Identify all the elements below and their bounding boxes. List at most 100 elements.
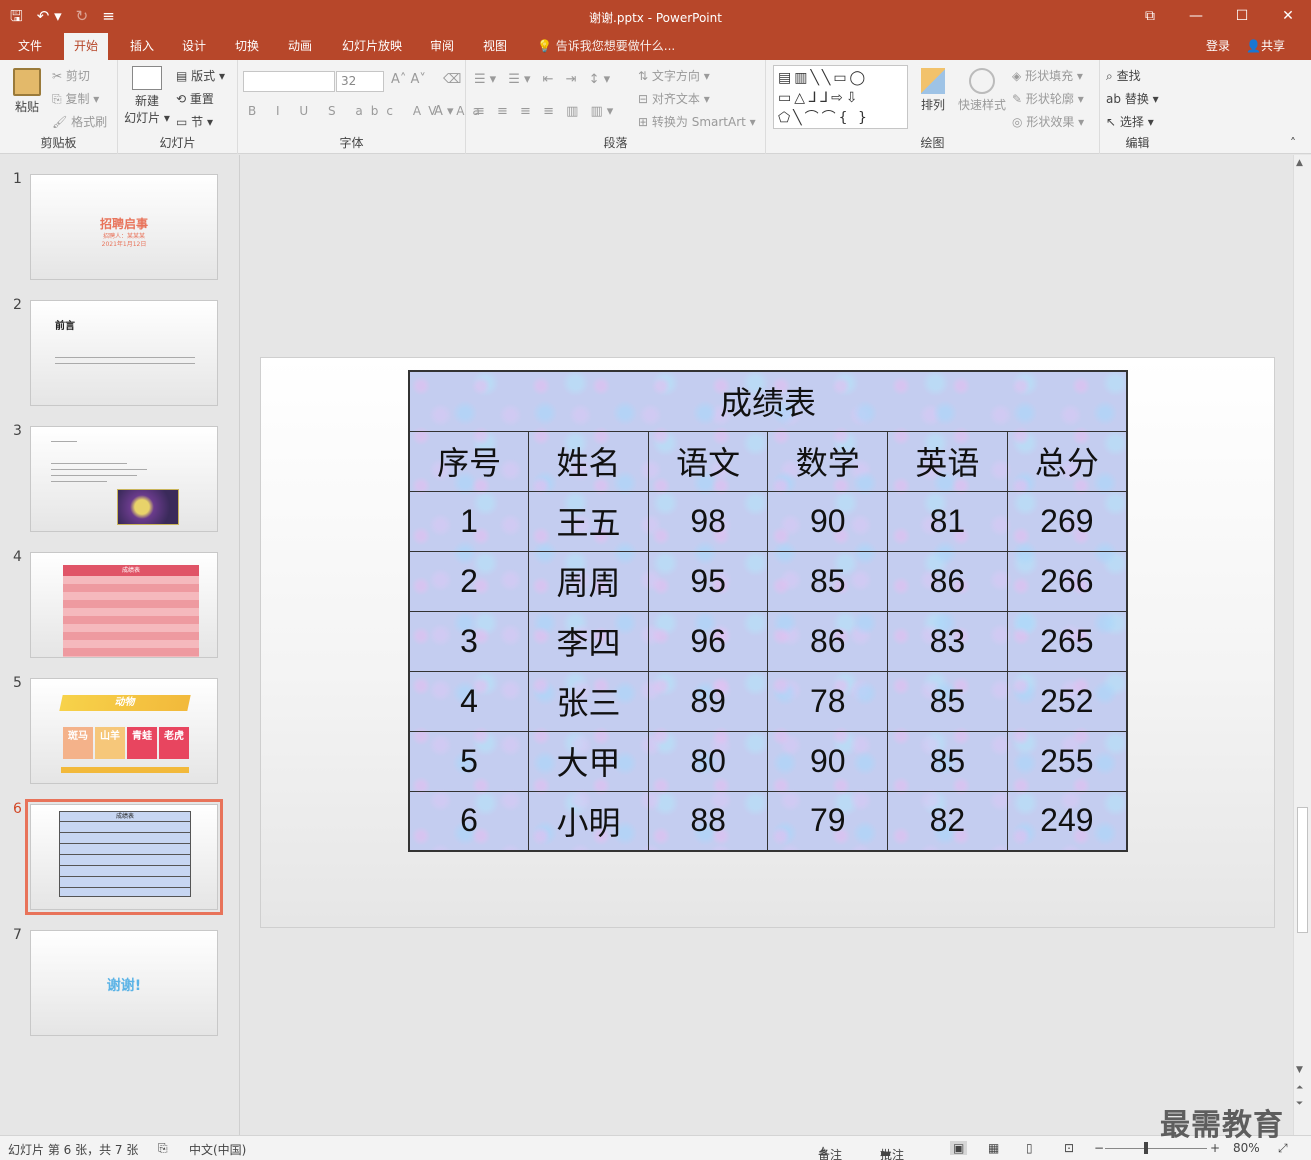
close-icon[interactable]: ✕ (1265, 0, 1311, 33)
replace-button[interactable]: ab 替换 ▾ (1106, 90, 1159, 107)
header-cell[interactable]: 总分 (1006, 430, 1128, 492)
login-link[interactable]: 登录 (1206, 33, 1230, 59)
arrange-button[interactable]: 排列 (916, 68, 950, 113)
spelling-icon[interactable]: ⎘ (158, 1141, 168, 1156)
table-cell[interactable]: 王五 (528, 490, 649, 552)
smartart-button[interactable]: ⊞ 转换为 SmartArt ▾ (638, 113, 756, 130)
table-cell[interactable]: 265 (1006, 610, 1128, 672)
header-cell[interactable]: 语文 (647, 430, 769, 492)
table-cell[interactable]: 81 (887, 490, 1008, 552)
score-table[interactable]: 成绩表 序号 姓名 语文 数学 英语 总分 1 王五 98 90 81 269 … (408, 370, 1128, 852)
select-button[interactable]: ↖ 选择 ▾ (1106, 113, 1154, 130)
shape-effects-button[interactable]: ◎ 形状效果 ▾ (1012, 113, 1084, 130)
header-cell[interactable]: 序号 (408, 430, 530, 492)
new-slide-button[interactable]: 新建 幻灯片 ▾ (124, 66, 170, 126)
slide-thumbnail-5[interactable]: 动物 斑马 山羊 青蛙 老虎 (30, 678, 218, 784)
table-cell[interactable]: 大甲 (528, 730, 649, 792)
slide-thumbnail-2[interactable]: 前言 (30, 300, 218, 406)
tab-view[interactable]: 视图 (473, 33, 517, 60)
collapse-ribbon-icon[interactable]: ˄ (1290, 136, 1296, 150)
shapes-gallery[interactable]: ▤▥╲╲▭◯ ▭△ᒧᒧ⇨⇩ ⬠╲⌒⌒{ } (773, 65, 908, 129)
slide-thumbnail-4[interactable]: 成绩表 (30, 552, 218, 658)
share-button[interactable]: 👤共享 (1246, 33, 1285, 59)
table-cell[interactable]: 249 (1006, 790, 1128, 852)
tab-animations[interactable]: 动画 (278, 33, 322, 60)
language-indicator[interactable]: 中文(中国) (189, 1141, 246, 1158)
slide-thumbnail-7[interactable]: 谢谢! (30, 930, 218, 1036)
next-slide-icon[interactable]: ⏷ (1296, 1099, 1303, 1109)
table-cell[interactable]: 85 (887, 730, 1008, 792)
copy-button[interactable]: ⎘ 复制 ▾ (52, 90, 99, 107)
table-cell[interactable]: 85 (767, 550, 889, 612)
table-cell[interactable]: 周周 (528, 550, 649, 612)
table-cell[interactable]: 252 (1006, 670, 1128, 732)
tab-insert[interactable]: 插入 (120, 33, 164, 60)
slide-sorter-icon[interactable]: ▦ (988, 1141, 999, 1155)
current-slide[interactable]: 成绩表 序号 姓名 语文 数学 英语 总分 1 王五 98 90 81 269 … (260, 357, 1275, 928)
table-cell[interactable]: 86 (767, 610, 889, 672)
table-cell[interactable]: 89 (647, 670, 769, 732)
table-cell[interactable]: 88 (647, 790, 769, 852)
table-cell[interactable]: 266 (1006, 550, 1128, 612)
slide-thumbnail-3[interactable] (30, 426, 218, 532)
font-color-icon[interactable]: A ▾ (434, 104, 454, 119)
zoom-slider-knob[interactable] (1144, 1142, 1148, 1154)
table-cell[interactable]: 李四 (528, 610, 649, 672)
format-painter-button[interactable]: 🖌 格式刷 (52, 113, 107, 130)
maximize-icon[interactable]: ☐ (1219, 0, 1265, 33)
normal-view-icon[interactable]: ▣ (950, 1141, 968, 1155)
table-cell[interactable]: 98 (647, 490, 769, 552)
table-cell[interactable]: 5 (408, 730, 530, 792)
previous-slide-icon[interactable]: ⏶ (1296, 1083, 1303, 1093)
zoom-slider-track[interactable] (1105, 1148, 1207, 1149)
shape-fill-button[interactable]: ◈ 形状填充 ▾ (1012, 67, 1083, 84)
header-cell[interactable]: 数学 (767, 430, 889, 492)
tell-me-search[interactable]: 💡 告诉我您想要做什么... (537, 33, 675, 59)
table-cell[interactable]: 张三 (528, 670, 649, 732)
table-cell[interactable]: 79 (767, 790, 889, 852)
align-text-button[interactable]: ⊟ 对齐文本 ▾ (638, 90, 710, 107)
table-cell[interactable]: 1 (408, 490, 530, 552)
vertical-scrollbar[interactable]: ▲ ▼ ⏶ ⏷ (1293, 155, 1311, 1135)
table-cell[interactable]: 90 (767, 730, 889, 792)
table-cell[interactable]: 269 (1006, 490, 1128, 552)
scroll-down-icon[interactable]: ▼ (1296, 1065, 1303, 1075)
layout-button[interactable]: ▤ 版式 ▾ (176, 67, 225, 84)
table-cell[interactable]: 6 (408, 790, 530, 852)
quick-styles-button[interactable]: 快速样式 (956, 68, 1008, 113)
clear-format-icon[interactable]: ⌫ (443, 72, 461, 87)
reset-button[interactable]: ⟲ 重置 (176, 90, 214, 107)
slide-thumbnail-1[interactable]: 招聘启事 招聘人：某某某 2021年1月12日 (30, 174, 218, 280)
table-caption[interactable]: 成绩表 (408, 370, 1128, 432)
text-direction-button[interactable]: ⇅ 文字方向 ▾ (638, 67, 710, 84)
ribbon-display-icon[interactable]: ⧉ (1127, 0, 1173, 33)
tab-home[interactable]: 开始 (64, 33, 109, 60)
tab-transitions[interactable]: 切换 (225, 33, 269, 60)
slideshow-icon[interactable]: ⊡ (1064, 1141, 1074, 1155)
tab-design[interactable]: 设计 (172, 33, 216, 60)
table-cell[interactable]: 90 (767, 490, 889, 552)
paste-button[interactable]: 粘贴 (10, 68, 44, 115)
section-button[interactable]: ▭ 节 ▾ (176, 113, 213, 130)
table-cell[interactable]: 2 (408, 550, 530, 612)
scrollbar-thumb[interactable] (1297, 807, 1308, 933)
scroll-up-icon[interactable]: ▲ (1296, 158, 1303, 168)
shape-outline-button[interactable]: ✎ 形状轮廓 ▾ (1012, 90, 1084, 107)
tab-review[interactable]: 审阅 (420, 33, 464, 60)
table-cell[interactable]: 96 (647, 610, 769, 672)
table-cell[interactable]: 82 (887, 790, 1008, 852)
align-buttons[interactable]: ≡ ≡ ≡ ≡ ▥ ▥▾ (474, 104, 617, 119)
header-cell[interactable]: 姓名 (528, 430, 649, 492)
font-name-box[interactable] (243, 71, 335, 92)
table-cell[interactable]: 95 (647, 550, 769, 612)
table-cell[interactable]: 4 (408, 670, 530, 732)
list-buttons[interactable]: ☰▾ ☰▾ ⇤ ⇥ ↕▾ (474, 72, 614, 87)
table-cell[interactable]: 255 (1006, 730, 1128, 792)
table-cell[interactable]: 83 (887, 610, 1008, 672)
grow-font-icon[interactable]: A˄ A˅ (391, 72, 426, 87)
table-cell[interactable]: 78 (767, 670, 889, 732)
table-cell[interactable]: 80 (647, 730, 769, 792)
tab-slideshow[interactable]: 幻灯片放映 (332, 33, 412, 60)
table-cell[interactable]: 85 (887, 670, 1008, 732)
minimize-icon[interactable]: — (1173, 0, 1219, 33)
